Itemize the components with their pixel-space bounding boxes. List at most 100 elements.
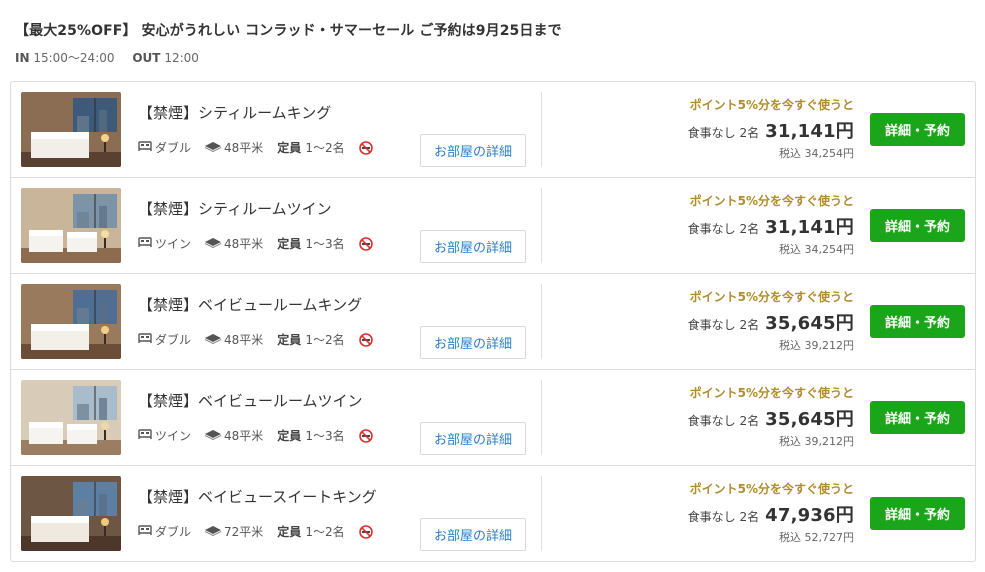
room-capacity: 定員 1〜3名 (277, 427, 344, 444)
room-price: 31,141円 (765, 217, 854, 238)
room-size: 48平米 (205, 427, 263, 444)
room-specs: ツイン 48平米 定員 1〜3名 (138, 235, 387, 252)
price-line: 食事なし 2名 31,141円 (688, 213, 854, 239)
plan-title: 【最大25%OFF】 安心がうれしい コンラッド・サマーセール ご予約は9月25… (15, 23, 562, 39)
points-promo: ポイント5%分を今すぐ使うと (689, 482, 854, 496)
room-detail-button[interactable]: お部屋の詳細 (420, 230, 526, 263)
capacity-value: 1〜3名 (305, 429, 345, 443)
room-photo[interactable] (21, 476, 121, 551)
checkout-value: 12:00 (164, 51, 199, 65)
room-photo[interactable] (21, 92, 121, 167)
room-row: 【禁煙】シティルームツイン ツイン 48平米 定員 1〜3名 お部屋の詳細 ポイ… (11, 177, 975, 273)
room-price: 31,141円 (765, 121, 854, 142)
room-size-label: 48平米 (224, 141, 264, 155)
price-line: 食事なし 2名 35,645円 (688, 309, 854, 335)
room-row: 【禁煙】ベイビュースイートキング ダブル 72平米 定員 1〜2名 お部屋の詳細… (11, 465, 975, 561)
room-size-label: 48平米 (224, 429, 264, 443)
capacity-value: 1〜2名 (305, 525, 345, 539)
room-capacity: 定員 1〜2名 (277, 331, 344, 348)
points-promo: ポイント5%分を今すぐ使うと (689, 386, 854, 400)
bed-type-label: ツイン (155, 237, 192, 251)
capacity-value: 1〜2名 (305, 141, 345, 155)
room-detail-button[interactable]: お部屋の詳細 (420, 422, 526, 455)
bed-type-label: ダブル (155, 333, 192, 347)
capacity-value: 1〜2名 (305, 333, 345, 347)
floor-area-icon (205, 237, 222, 251)
price-block: ポイント5%分を今すぐ使うと 食事なし 2名 31,141円 税込 34,254… (688, 192, 854, 257)
capacity-label: 定員 (277, 333, 302, 347)
checkin-value: 15:00〜24:00 (33, 51, 115, 65)
room-specs: ダブル 72平米 定員 1〜2名 (138, 523, 387, 540)
room-name: 【禁煙】ベイビュールームツイン (138, 392, 363, 410)
room-row: 【禁煙】シティルームキング ダブル 48平米 定員 1〜2名 お部屋の詳細 ポイ… (11, 82, 975, 177)
room-specs: ダブル 48平米 定員 1〜2名 (138, 331, 387, 348)
room-photo[interactable] (21, 284, 121, 359)
room-price: 35,645円 (765, 409, 854, 430)
detail-and-book-button[interactable]: 詳細・予約 (870, 209, 965, 242)
room-specs: ダブル 48平米 定員 1〜2名 (138, 139, 387, 156)
floor-area-icon (205, 429, 222, 443)
floor-area-icon (205, 141, 222, 155)
bed-type: ダブル (138, 331, 191, 348)
room-size: 72平米 (205, 523, 263, 540)
points-promo: ポイント5%分を今すぐ使うと (689, 194, 854, 208)
price-line: 食事なし 2名 47,936円 (688, 501, 854, 527)
checkin-label: IN (15, 51, 30, 65)
divider (541, 380, 542, 455)
divider (541, 284, 542, 359)
no-smoking-icon (358, 236, 373, 251)
tax-included-price: 税込 39,212円 (779, 435, 854, 448)
price-block: ポイント5%分を今すぐ使うと 食事なし 2名 35,645円 税込 39,212… (688, 384, 854, 449)
capacity-label: 定員 (277, 525, 302, 539)
price-block: ポイント5%分を今すぐ使うと 食事なし 2名 31,141円 税込 34,254… (688, 96, 854, 161)
points-promo: ポイント5%分を今すぐ使うと (689, 98, 854, 112)
bed-type-label: ツイン (155, 429, 192, 443)
room-photo[interactable] (21, 380, 121, 455)
no-smoking-icon (358, 428, 373, 443)
checkin-checkout-times: IN 15:00〜24:00 OUT 12:00 (15, 49, 562, 66)
price-line: 食事なし 2名 35,645円 (688, 405, 854, 431)
price-block: ポイント5%分を今すぐ使うと 食事なし 2名 47,936円 税込 52,727… (688, 480, 854, 545)
room-size-label: 48平米 (224, 237, 264, 251)
room-detail-button[interactable]: お部屋の詳細 (420, 134, 526, 167)
tax-included-price: 税込 34,254円 (779, 243, 854, 256)
room-name: 【禁煙】ベイビュールームキング (138, 296, 363, 314)
capacity-value: 1〜3名 (305, 237, 345, 251)
checkout-label: OUT (132, 51, 161, 65)
detail-and-book-button[interactable]: 詳細・予約 (870, 401, 965, 434)
bed-type: ダブル (138, 139, 191, 156)
room-size-label: 72平米 (224, 525, 264, 539)
capacity-label: 定員 (277, 429, 302, 443)
tax-included-price: 税込 52,727円 (779, 531, 854, 544)
meal-guests: 食事なし 2名 (687, 126, 760, 140)
floor-area-icon (205, 525, 222, 539)
bed-type-label: ダブル (155, 525, 192, 539)
no-smoking-icon (358, 524, 373, 539)
points-promo: ポイント5%分を今すぐ使うと (689, 290, 854, 304)
bed-type: ダブル (138, 523, 191, 540)
tax-included-price: 税込 34,254円 (779, 147, 854, 160)
room-name: 【禁煙】ベイビュースイートキング (138, 488, 377, 506)
detail-and-book-button[interactable]: 詳細・予約 (870, 113, 965, 146)
room-detail-button[interactable]: お部屋の詳細 (420, 518, 526, 551)
meal-guests: 食事なし 2名 (687, 222, 760, 236)
room-size: 48平米 (205, 235, 263, 252)
price-line: 食事なし 2名 31,141円 (688, 117, 854, 143)
room-detail-button[interactable]: お部屋の詳細 (420, 326, 526, 359)
divider (541, 188, 542, 263)
bed-icon (138, 332, 152, 347)
room-photo[interactable] (21, 188, 121, 263)
room-capacity: 定員 1〜3名 (277, 235, 344, 252)
room-price: 35,645円 (765, 313, 854, 334)
room-name: 【禁煙】シティルームツイン (138, 200, 332, 218)
price-block: ポイント5%分を今すぐ使うと 食事なし 2名 35,645円 税込 39,212… (688, 288, 854, 353)
room-capacity: 定員 1〜2名 (277, 523, 344, 540)
meal-guests: 食事なし 2名 (687, 510, 760, 524)
no-smoking-icon (358, 332, 373, 347)
detail-and-book-button[interactable]: 詳細・予約 (870, 497, 965, 530)
meal-guests: 食事なし 2名 (687, 414, 760, 428)
room-row: 【禁煙】ベイビュールームキング ダブル 48平米 定員 1〜2名 お部屋の詳細 … (11, 273, 975, 369)
meal-guests: 食事なし 2名 (687, 318, 760, 332)
room-size: 48平米 (205, 139, 263, 156)
detail-and-book-button[interactable]: 詳細・予約 (870, 305, 965, 338)
